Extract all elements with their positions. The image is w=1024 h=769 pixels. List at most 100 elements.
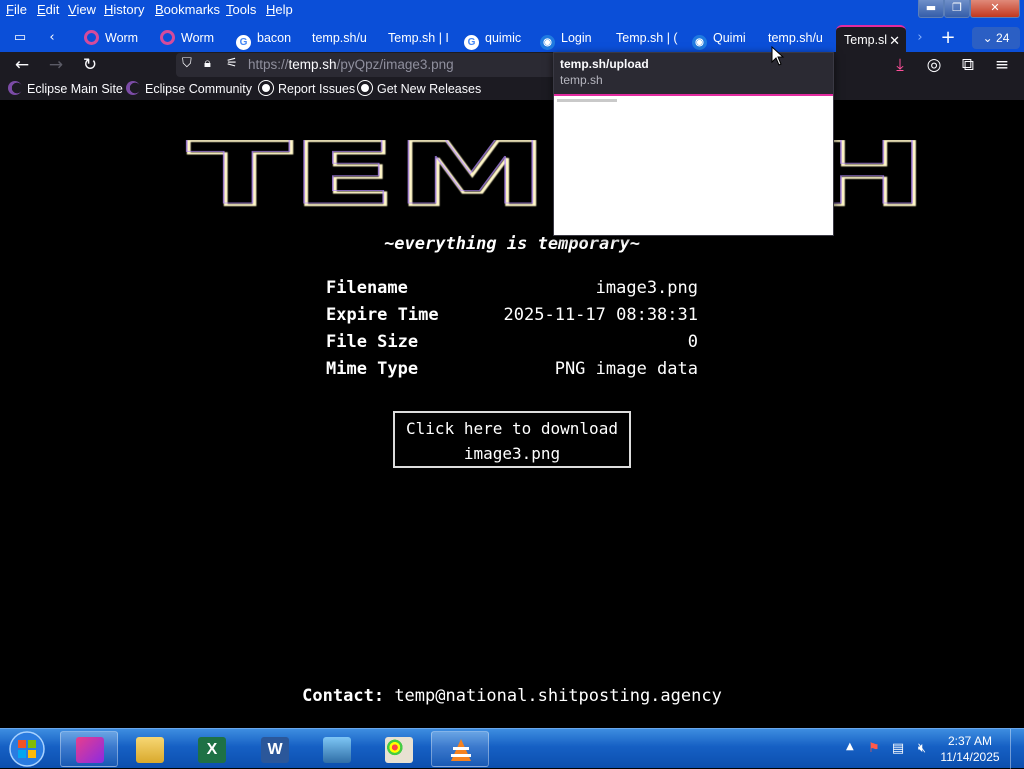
scroll-tabs-right-icon[interactable]: › bbox=[908, 27, 932, 49]
menu-edit[interactable]: Edit bbox=[37, 2, 59, 17]
taskbar-explorer[interactable] bbox=[120, 731, 178, 767]
eclipse-icon bbox=[8, 81, 22, 95]
close-tab-icon[interactable]: ✕ bbox=[889, 27, 900, 52]
close-window-button[interactable]: ✕ bbox=[970, 0, 1020, 18]
page-permissions-icon[interactable]: ⚟ bbox=[226, 56, 238, 71]
preview-title: temp.sh/upload bbox=[560, 57, 649, 71]
quimi-favicon-icon: ◉ bbox=[692, 35, 707, 50]
taskbar-paint[interactable] bbox=[369, 731, 427, 767]
tab-temp-sh-1[interactable]: Temp.sh | I bbox=[380, 25, 456, 52]
navigation-toolbar: ← → ↻ ⛉ 🔒︎ ⚟ https://temp.sh/pyQpz/image… bbox=[0, 52, 1024, 78]
menu-bar: File Edit View History Bookmarks Tools H… bbox=[0, 0, 1024, 22]
info-label: File Size bbox=[326, 332, 419, 352]
browser-chrome: File Edit View History Bookmarks Tools H… bbox=[0, 0, 1024, 100]
network-icon[interactable]: ▤ bbox=[890, 741, 906, 757]
minimize-button[interactable]: ▬ bbox=[918, 0, 944, 18]
site-logo: TEMP.SH TEMP.SH bbox=[186, 140, 930, 210]
page-content: TEMP.SH TEMP.SH ~everything is temporary… bbox=[0, 100, 1024, 728]
contact-label: Contact: bbox=[302, 686, 385, 706]
info-value: 0 bbox=[687, 332, 698, 352]
bookmark-report-issues[interactable]: Report Issues bbox=[259, 81, 355, 96]
bookmark-eclipse-main[interactable]: Eclipse Main Site bbox=[8, 81, 123, 96]
eclipse-icon bbox=[126, 81, 140, 95]
contact-email-link[interactable]: temp@national.shitposting.agency bbox=[394, 686, 722, 706]
info-label: Mime Type bbox=[326, 359, 419, 379]
tab-temp-sh-2[interactable]: Temp.sh | ( bbox=[608, 25, 684, 52]
new-tab-button[interactable]: + bbox=[934, 27, 962, 49]
start-button[interactable] bbox=[4, 730, 50, 768]
taskbar-photo-viewer[interactable] bbox=[307, 731, 365, 767]
forward-button[interactable]: → bbox=[44, 54, 68, 76]
reload-button[interactable]: ↻ bbox=[78, 54, 102, 76]
show-hidden-icons-icon[interactable]: ▲ bbox=[846, 741, 854, 752]
github-icon bbox=[259, 81, 273, 95]
tab-groups-icon[interactable]: ▭ bbox=[8, 27, 32, 49]
info-value: 2025-11-17 08:38:31 bbox=[503, 305, 698, 325]
tracking-shield-icon[interactable]: ⛉ bbox=[182, 56, 192, 71]
downloads-icon[interactable]: ⤓ bbox=[888, 54, 912, 76]
back-button[interactable]: ← bbox=[10, 54, 34, 76]
menu-bookmarks[interactable]: Bookmarks bbox=[155, 2, 220, 17]
show-desktop-button[interactable] bbox=[1010, 729, 1024, 769]
taskbar-excel[interactable]: X bbox=[182, 731, 240, 767]
menu-view[interactable]: View bbox=[68, 2, 96, 17]
clock-time: 2:37 AM bbox=[947, 734, 993, 748]
lock-icon[interactable]: 🔒︎ bbox=[204, 56, 211, 71]
vlc-icon bbox=[451, 739, 471, 761]
tab-bacon[interactable]: Gbacon bbox=[228, 25, 304, 52]
info-label: Filename bbox=[326, 278, 408, 298]
bookmark-eclipse-community[interactable]: Eclipse Community bbox=[126, 81, 252, 96]
tagline: ~everything is temporary~ bbox=[384, 234, 640, 254]
taskbar-vlc[interactable] bbox=[431, 731, 489, 767]
menu-tools[interactable]: Tools bbox=[226, 2, 256, 17]
menu-help[interactable]: Help bbox=[266, 2, 293, 17]
word-icon: W bbox=[261, 737, 289, 763]
scroll-tabs-left-icon[interactable]: ‹ bbox=[40, 27, 64, 49]
system-clock[interactable]: 2:37 AM 11/14/2025 bbox=[938, 733, 1002, 765]
excel-icon: X bbox=[198, 737, 226, 763]
app-menu-icon[interactable]: ≡ bbox=[990, 54, 1014, 76]
bookmarks-toolbar: Eclipse Main Site Eclipse Community Repo… bbox=[0, 78, 1024, 100]
paint-icon bbox=[385, 737, 413, 763]
account-icon[interactable]: ◎ bbox=[922, 54, 946, 76]
info-row-file-size: File Size 0 bbox=[326, 332, 698, 359]
tab-temp-sh-active[interactable]: Temp.sl ✕ bbox=[836, 25, 906, 52]
download-button[interactable]: Click here to download image3.png bbox=[393, 411, 631, 468]
photo-viewer-icon bbox=[323, 737, 351, 763]
tab-worm-1[interactable]: Worm bbox=[76, 25, 152, 52]
github-icon bbox=[358, 81, 372, 95]
address-bar[interactable]: ⛉ 🔒︎ ⚟ https://temp.sh/pyQpz/image3.png bbox=[176, 53, 556, 77]
tab-quimi[interactable]: ◉ Quimi bbox=[684, 25, 760, 52]
menu-file[interactable]: File bbox=[6, 2, 27, 17]
tab-login[interactable]: ◉ Login bbox=[532, 25, 608, 52]
volume-muted-icon[interactable]: 🔇︎ bbox=[914, 741, 930, 757]
quimi-favicon-icon: ◉ bbox=[540, 35, 555, 50]
tab-temp-upload-1[interactable]: temp.sh/u bbox=[304, 25, 380, 52]
taskbar-app-1[interactable] bbox=[60, 731, 118, 767]
action-center-icon[interactable]: ⚑ bbox=[866, 741, 882, 757]
clock-date: 11/14/2025 bbox=[940, 750, 1000, 764]
google-favicon-icon: G bbox=[236, 35, 251, 50]
info-row-mime-type: Mime Type PNG image data bbox=[326, 359, 698, 386]
tab-list-button[interactable]: ⌄ 24 bbox=[972, 27, 1020, 49]
info-value: PNG image data bbox=[554, 359, 698, 379]
download-label-line2: image3.png bbox=[463, 444, 561, 463]
tab-quimic[interactable]: Gquimic bbox=[456, 25, 532, 52]
google-favicon-icon: G bbox=[464, 35, 479, 50]
tab-worm-2[interactable]: Worm bbox=[152, 25, 228, 52]
tab-hover-preview: temp.sh/upload temp.sh bbox=[553, 52, 834, 236]
info-value: image3.png bbox=[595, 278, 698, 298]
info-label: Expire Time bbox=[326, 305, 439, 325]
purple-app-icon bbox=[76, 737, 104, 763]
tab-bar: ▭ ‹ Worm Worm Gbacon temp.sh/u Temp.sh |… bbox=[0, 22, 1024, 52]
folder-icon bbox=[136, 737, 164, 763]
info-row-filename: Filename image3.png bbox=[326, 278, 698, 305]
windows-taskbar: X W ▲ ⚑ ▤ 🔇︎ 2:37 AM 11/14/2025 bbox=[0, 728, 1024, 769]
taskbar-word[interactable]: W bbox=[245, 731, 303, 767]
bookmark-get-new-releases[interactable]: Get New Releases bbox=[358, 81, 481, 96]
preview-host: temp.sh bbox=[560, 73, 603, 87]
download-label-line1: Click here to download bbox=[406, 419, 618, 438]
extensions-icon[interactable]: ⧉ bbox=[956, 54, 980, 76]
menu-history[interactable]: History bbox=[104, 2, 144, 17]
restore-button[interactable]: ❐ bbox=[944, 0, 970, 18]
